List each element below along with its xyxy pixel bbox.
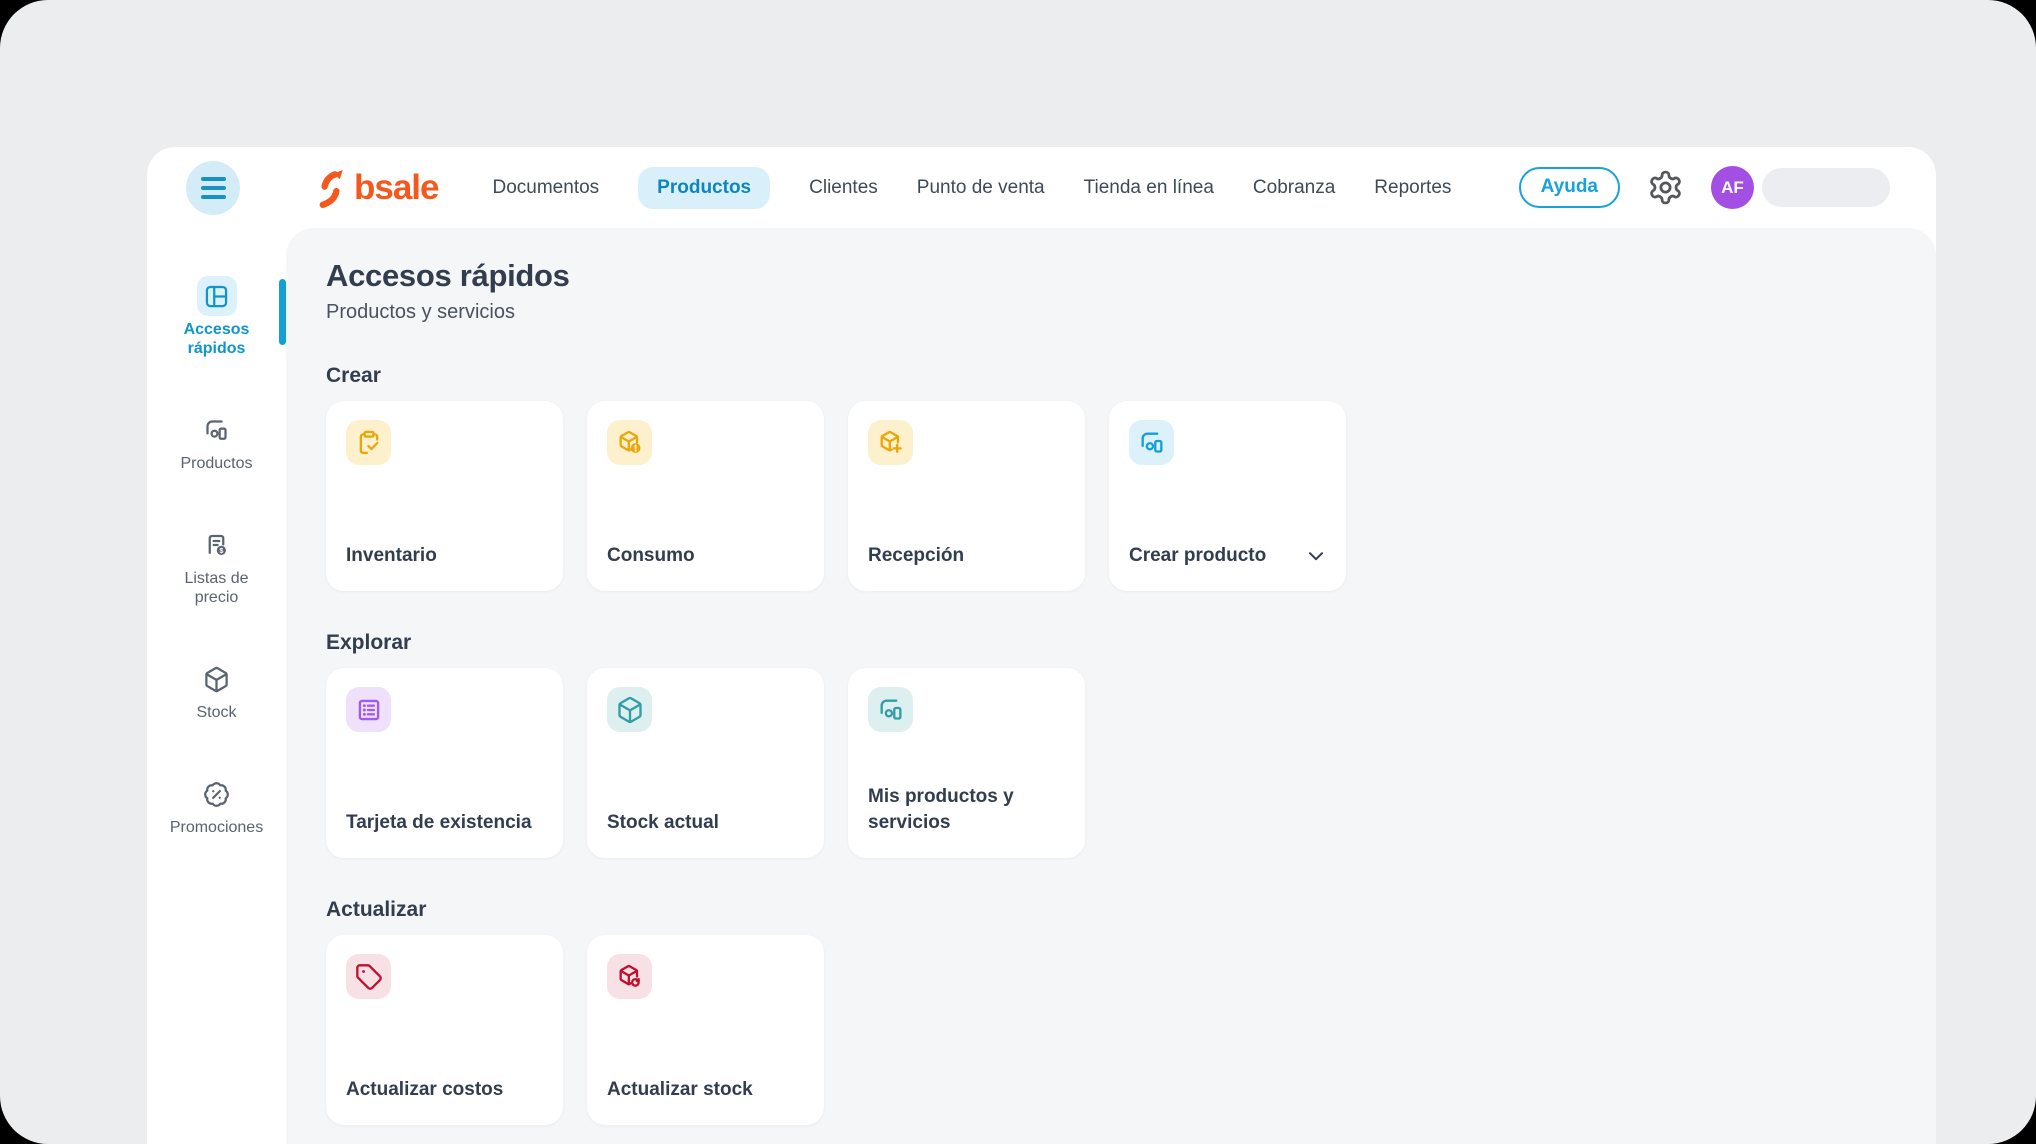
settings-gear-icon[interactable] bbox=[1647, 169, 1684, 206]
cube-plus-icon bbox=[868, 420, 913, 465]
bsale-logo[interactable]: bsale bbox=[314, 168, 439, 208]
price-list-icon: $ bbox=[197, 525, 237, 565]
sidebar-item-promociones[interactable]: Promociones bbox=[147, 774, 286, 837]
clipboard-check-icon bbox=[346, 420, 391, 465]
card-label: Actualizar stock bbox=[607, 1077, 753, 1103]
sections: Crear Inventario Consumo Recepción Crear pro… bbox=[326, 364, 1896, 1125]
layout-grid-icon bbox=[197, 276, 237, 316]
card-tarjeta-de-existencia[interactable]: Tarjeta de existencia bbox=[326, 668, 563, 858]
card-label: Consumo bbox=[607, 543, 695, 569]
sidebar-item-label: Stock bbox=[167, 703, 267, 722]
cube-icon bbox=[607, 687, 652, 732]
sidebar-item-label: Listas de precio bbox=[167, 569, 267, 607]
avatar[interactable]: AF bbox=[1711, 166, 1754, 209]
nav-item-clientes[interactable]: Clientes bbox=[809, 177, 878, 199]
sidebar: Accesos rápidos Productos $ Listas de preci… bbox=[147, 228, 286, 1144]
app-window: bsale Documentos Productos Clientes Punto d… bbox=[147, 147, 1936, 1144]
cube-icon bbox=[197, 659, 237, 699]
card-stock-actual[interactable]: Stock actual bbox=[587, 668, 824, 858]
cube-alert-icon bbox=[607, 420, 652, 465]
hamburger-menu-button[interactable] bbox=[186, 161, 240, 215]
section-crear: Crear Inventario Consumo Recepción Crear pro… bbox=[326, 364, 1896, 591]
tag-icon bbox=[346, 954, 391, 999]
card-row: Tarjeta de existencia Stock actual Mis pro… bbox=[326, 668, 1896, 858]
page-subtitle: Productos y servicios bbox=[326, 301, 1896, 324]
product-scan-icon bbox=[1129, 420, 1174, 465]
nav-item-productos[interactable]: Productos bbox=[638, 167, 770, 209]
page-background: bsale Documentos Productos Clientes Punto d… bbox=[0, 0, 2036, 1144]
sidebar-item-label: Accesos rápidos bbox=[167, 320, 267, 358]
sidebar-item-label: Productos bbox=[167, 454, 267, 473]
card-recepcion[interactable]: Recepción bbox=[848, 401, 1085, 591]
page-title: Accesos rápidos bbox=[326, 258, 1896, 294]
sidebar-item-listas-de-precio[interactable]: $ Listas de precio bbox=[147, 525, 286, 607]
logo-text: bsale bbox=[354, 168, 439, 208]
card-label: Mis productos y servicios bbox=[868, 784, 1067, 836]
help-button[interactable]: Ayuda bbox=[1519, 167, 1620, 208]
card-row: Actualizar costos Actualizar stock bbox=[326, 935, 1896, 1125]
primary-nav: Documentos Productos Clientes Punto de vent… bbox=[493, 167, 1452, 209]
card-actualizar-costos[interactable]: Actualizar costos bbox=[326, 935, 563, 1125]
card-row: Inventario Consumo Recepción Crear producto bbox=[326, 401, 1896, 591]
sidebar-item-stock[interactable]: Stock bbox=[147, 659, 286, 722]
card-label: Crear producto bbox=[1129, 543, 1266, 569]
section-title: Actualizar bbox=[326, 898, 1896, 922]
card-label: Tarjeta de existencia bbox=[346, 810, 532, 836]
sidebar-item-productos[interactable]: Productos bbox=[147, 410, 286, 473]
card-label: Actualizar costos bbox=[346, 1077, 503, 1103]
chevron-down-icon[interactable] bbox=[1304, 544, 1328, 568]
nav-item-punto-de-venta[interactable]: Punto de venta bbox=[917, 177, 1045, 199]
card-label: Recepción bbox=[868, 543, 964, 569]
cube-refresh-icon bbox=[607, 954, 652, 999]
nav-item-documentos[interactable]: Documentos bbox=[493, 177, 600, 199]
card-label: Inventario bbox=[346, 543, 437, 569]
sidebar-item-accesos-rapidos[interactable]: Accesos rápidos bbox=[147, 276, 286, 358]
card-consumo[interactable]: Consumo bbox=[587, 401, 824, 591]
bsale-logo-mark bbox=[314, 168, 347, 208]
product-scan-icon bbox=[868, 687, 913, 732]
nav-item-reportes[interactable]: Reportes bbox=[1374, 177, 1451, 199]
section-actualizar: Actualizar Actualizar costos Actualizar st… bbox=[326, 898, 1896, 1125]
content-area: Accesos rápidos Productos y servicios Cr… bbox=[286, 228, 1936, 1144]
card-actualizar-stock[interactable]: Actualizar stock bbox=[587, 935, 824, 1125]
sidebar-item-label: Promociones bbox=[167, 818, 267, 837]
card-mis-productos-y-servicios[interactable]: Mis productos y servicios bbox=[848, 668, 1085, 858]
percent-badge-icon bbox=[197, 774, 237, 814]
topbar: bsale Documentos Productos Clientes Punto d… bbox=[147, 147, 1936, 228]
list-card-icon bbox=[346, 687, 391, 732]
svg-text:$: $ bbox=[219, 545, 223, 554]
card-inventario[interactable]: Inventario bbox=[326, 401, 563, 591]
section-title: Crear bbox=[326, 364, 1896, 388]
card-label: Stock actual bbox=[607, 810, 719, 836]
active-indicator bbox=[279, 279, 286, 345]
card-crear-producto[interactable]: Crear producto bbox=[1109, 401, 1346, 591]
nav-item-tienda-en-linea[interactable]: Tienda en línea bbox=[1084, 177, 1214, 199]
section-explorar: Explorar Tarjeta de existencia Stock actua… bbox=[326, 631, 1896, 858]
nav-item-cobranza[interactable]: Cobranza bbox=[1253, 177, 1335, 199]
hamburger-icon bbox=[201, 177, 226, 181]
section-title: Explorar bbox=[326, 631, 1896, 655]
user-name-placeholder[interactable] bbox=[1762, 168, 1890, 207]
product-scan-icon bbox=[197, 410, 237, 450]
